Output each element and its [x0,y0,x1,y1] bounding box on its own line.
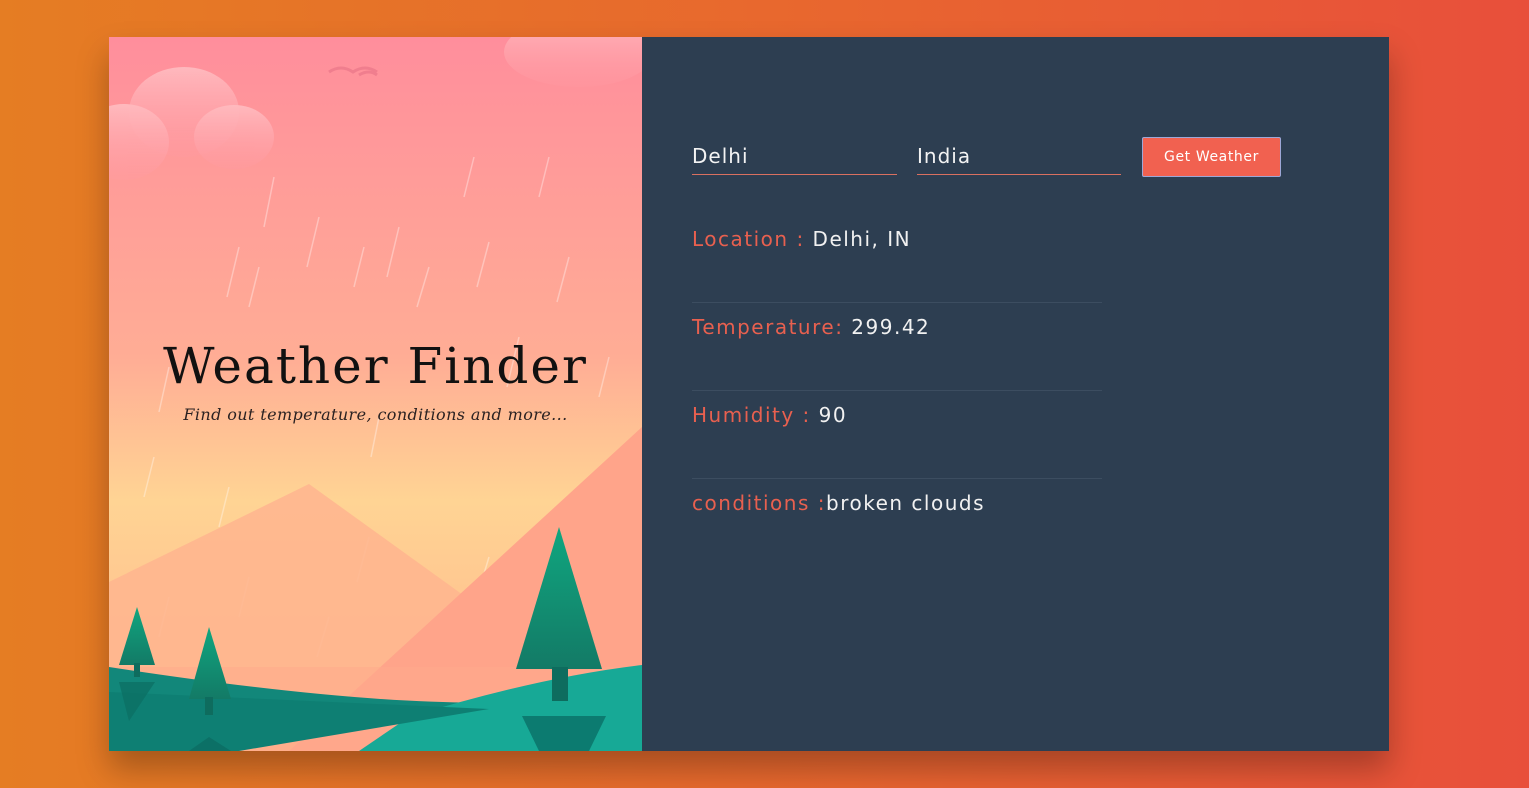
conditions-value: broken clouds [826,491,986,515]
hero-panel: Weather Finder Find out temperature, con… [109,37,642,751]
hero-titles: Weather Finder Find out temperature, con… [109,337,642,424]
temperature-value: 299.42 [851,315,931,339]
location-value: Delhi, IN [812,227,912,251]
humidity-value: 90 [818,403,848,427]
form-panel: Get Weather Location : Delhi, IN Tempera… [642,37,1389,751]
city-input[interactable] [692,137,897,175]
weather-card: Weather Finder Find out temperature, con… [109,37,1389,751]
results-list: Location : Delhi, IN Temperature: 299.42… [692,215,1102,566]
page-subtitle: Find out temperature, conditions and mor… [183,405,568,424]
result-conditions: conditions :broken clouds [692,479,1102,566]
result-location: Location : Delhi, IN [692,215,1102,303]
conditions-label: conditions : [692,491,826,515]
page-title: Weather Finder [163,337,588,395]
get-weather-button[interactable]: Get Weather [1142,137,1281,177]
humidity-label: Humidity : [692,403,819,427]
country-input[interactable] [917,137,1121,175]
location-label: Location : [692,227,813,251]
temperature-label: Temperature: [692,315,852,339]
result-humidity: Humidity : 90 [692,391,1102,479]
result-temperature: Temperature: 299.42 [692,303,1102,391]
